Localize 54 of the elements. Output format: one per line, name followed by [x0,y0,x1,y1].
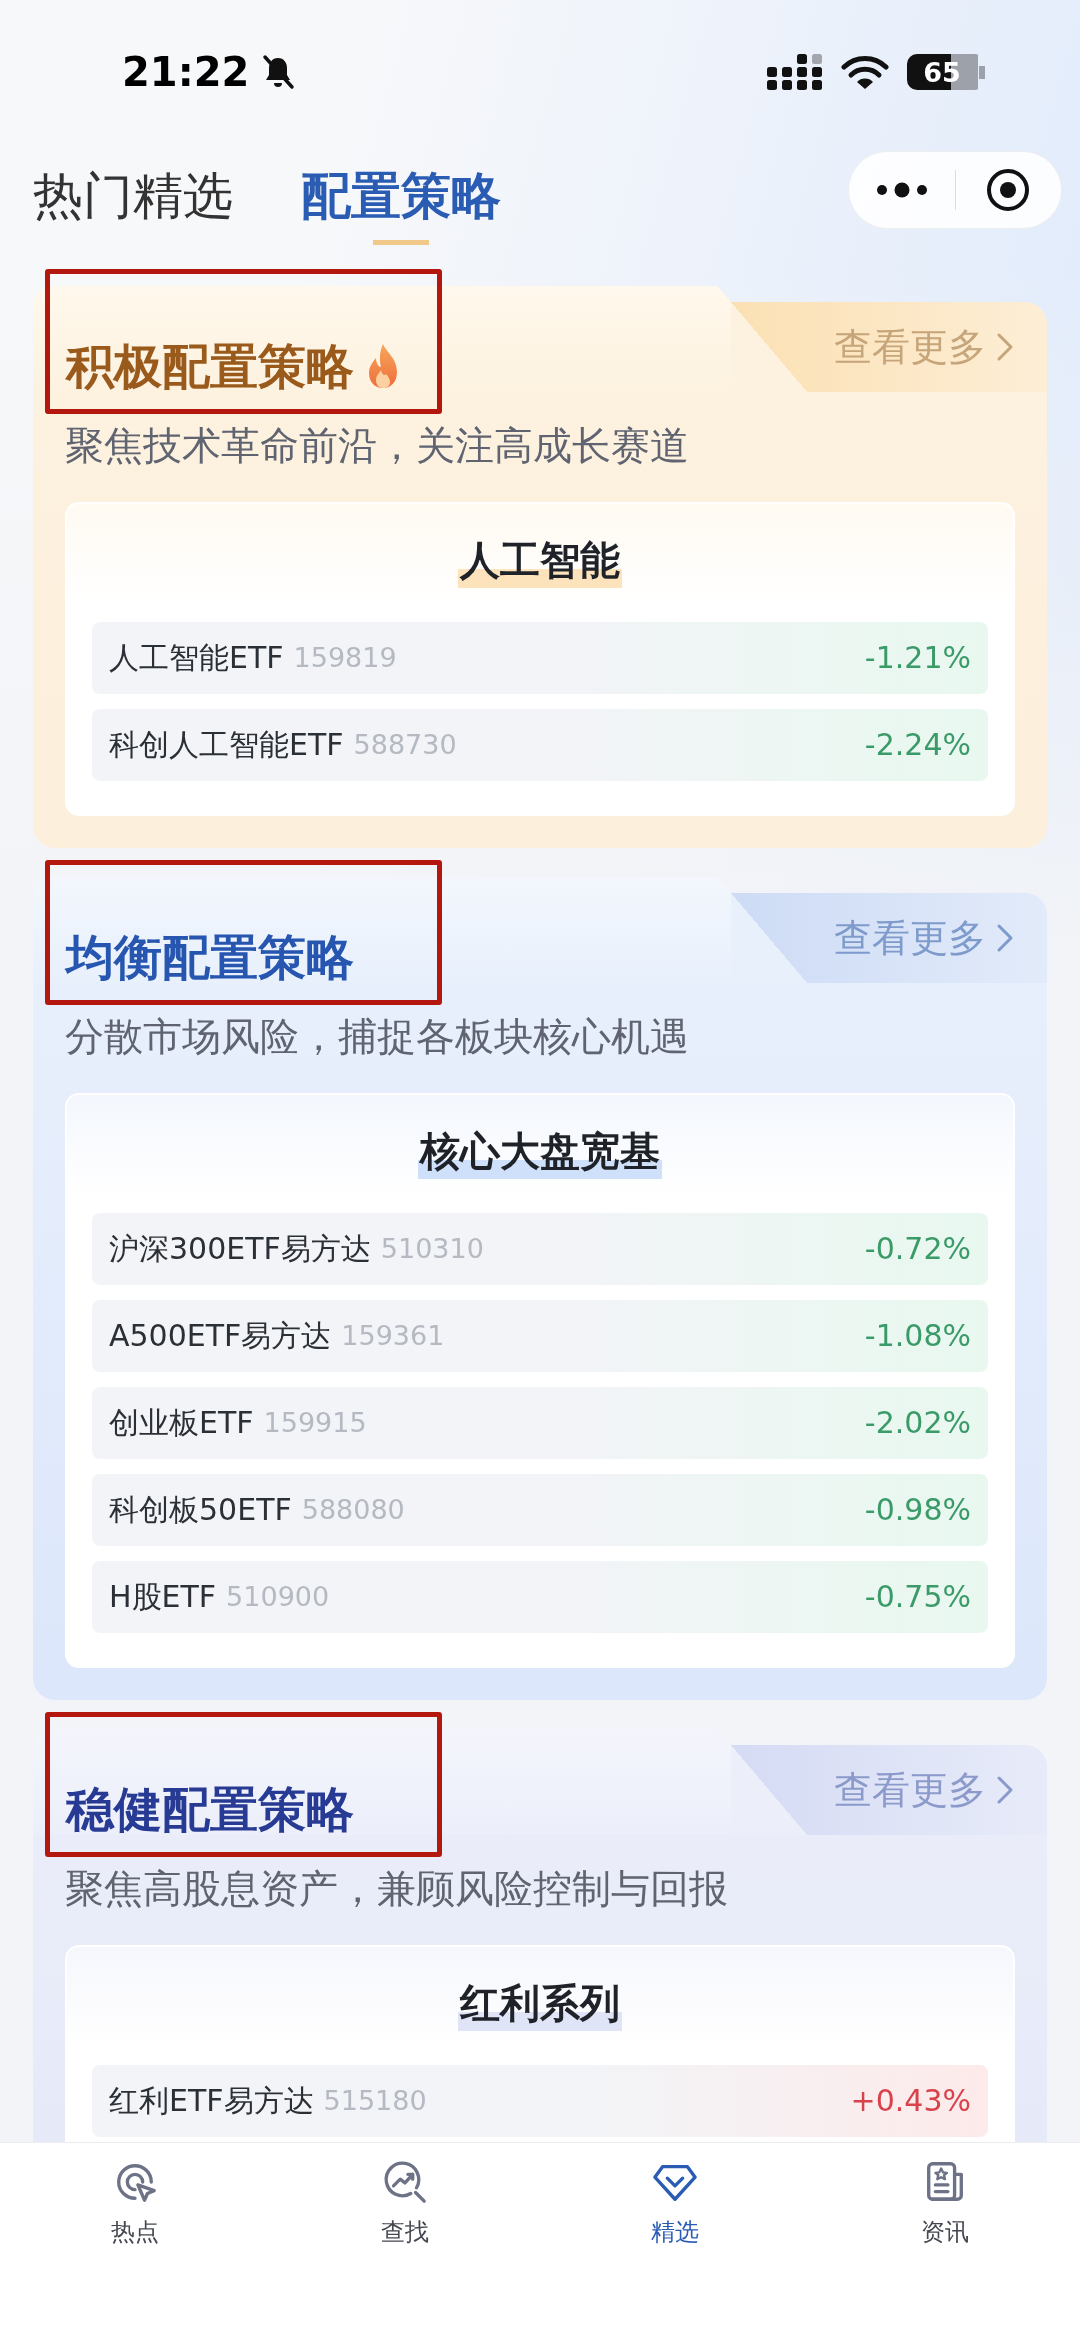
tab[interactable]: 配置策略 [301,168,501,245]
nav-tab[interactable]: 查找 [381,2159,429,2247]
fund-change: -0.98% [864,1492,971,1528]
signal-icon [767,54,823,90]
chevron-right-icon [996,1775,1014,1805]
strategy-title: 稳健配置策略 [66,1781,354,1837]
fund-row[interactable]: 红利ETF易方达 515180 +0.43% [92,2065,988,2137]
nav-tab[interactable]: 资讯 [921,2159,969,2247]
fund-row[interactable]: 沪深300ETF易方达 510310 -0.72% [92,1213,988,1285]
fund-name: A500ETF易方达 [109,1318,332,1354]
wifi-icon [841,54,889,90]
fund-name: 人工智能ETF [109,640,284,676]
fund-name: 沪深300ETF易方达 [109,1231,371,1267]
fund-change: -2.02% [864,1405,971,1441]
fund-row[interactable]: H股ETF 510900 -0.75% [92,1561,988,1633]
fund-change: -1.21% [864,640,971,676]
fund-code: 588730 [353,728,457,762]
chevron-right-icon [996,332,1014,362]
fund-row[interactable]: A500ETF易方达 159361 -1.08% [92,1300,988,1372]
fund-change: -1.08% [864,1318,971,1354]
tab[interactable]: 热门精选 [33,168,233,245]
status-time: 21:22 [122,48,250,96]
bell-slash-icon [261,54,296,90]
fund-row[interactable]: 创业板ETF 159915 -2.02% [92,1387,988,1459]
fund-change: +0.43% [850,2083,971,2119]
fund-name: 科创板50ETF [109,1492,292,1528]
fund-name: 科创人工智能ETF [109,727,344,763]
fund-name: 创业板ETF [109,1405,254,1441]
strategy-title: 均衡配置策略 [66,929,354,985]
fund-row[interactable]: 人工智能ETF 159819 -1.21% [92,622,988,694]
fund-code: 510310 [380,1232,484,1266]
fund-row[interactable]: 科创板50ETF 588080 -0.98% [92,1474,988,1546]
fund-code: 159915 [263,1406,367,1440]
fund-row[interactable]: 科创人工智能ETF 588730 -2.24% [92,709,988,781]
nav-tab[interactable]: 精选 [651,2159,699,2247]
chart-search-icon [382,2159,428,2205]
fund-code: 159361 [341,1319,445,1353]
fund-change: -0.75% [864,1579,971,1615]
fund-code: 159819 [293,641,397,675]
fund-code: 510900 [226,1580,330,1614]
more-icon[interactable] [875,182,928,198]
fund-code: 588080 [301,1493,405,1527]
strategy-title: 积极配置策略 [66,338,354,394]
fund-name: H股ETF [109,1579,217,1615]
fund-code: 515180 [323,2084,427,2118]
fund-name: 红利ETF易方达 [109,2083,314,2119]
strategy-subtitle: 分散市场风险，捕捉各板块核心机遇 [65,1013,690,1061]
nav-tab[interactable]: 热点 [111,2159,159,2247]
fund-change: -2.24% [864,727,971,763]
chevron-right-icon [996,923,1014,953]
strategy-subtitle: 聚焦高股息资产，兼顾风险控制与回报 [65,1865,729,1913]
strategy-subtitle: 聚焦技术革命前沿，关注高成长赛道 [65,422,690,470]
target-icon[interactable] [986,168,1031,212]
fund-change: -0.72% [864,1231,971,1267]
